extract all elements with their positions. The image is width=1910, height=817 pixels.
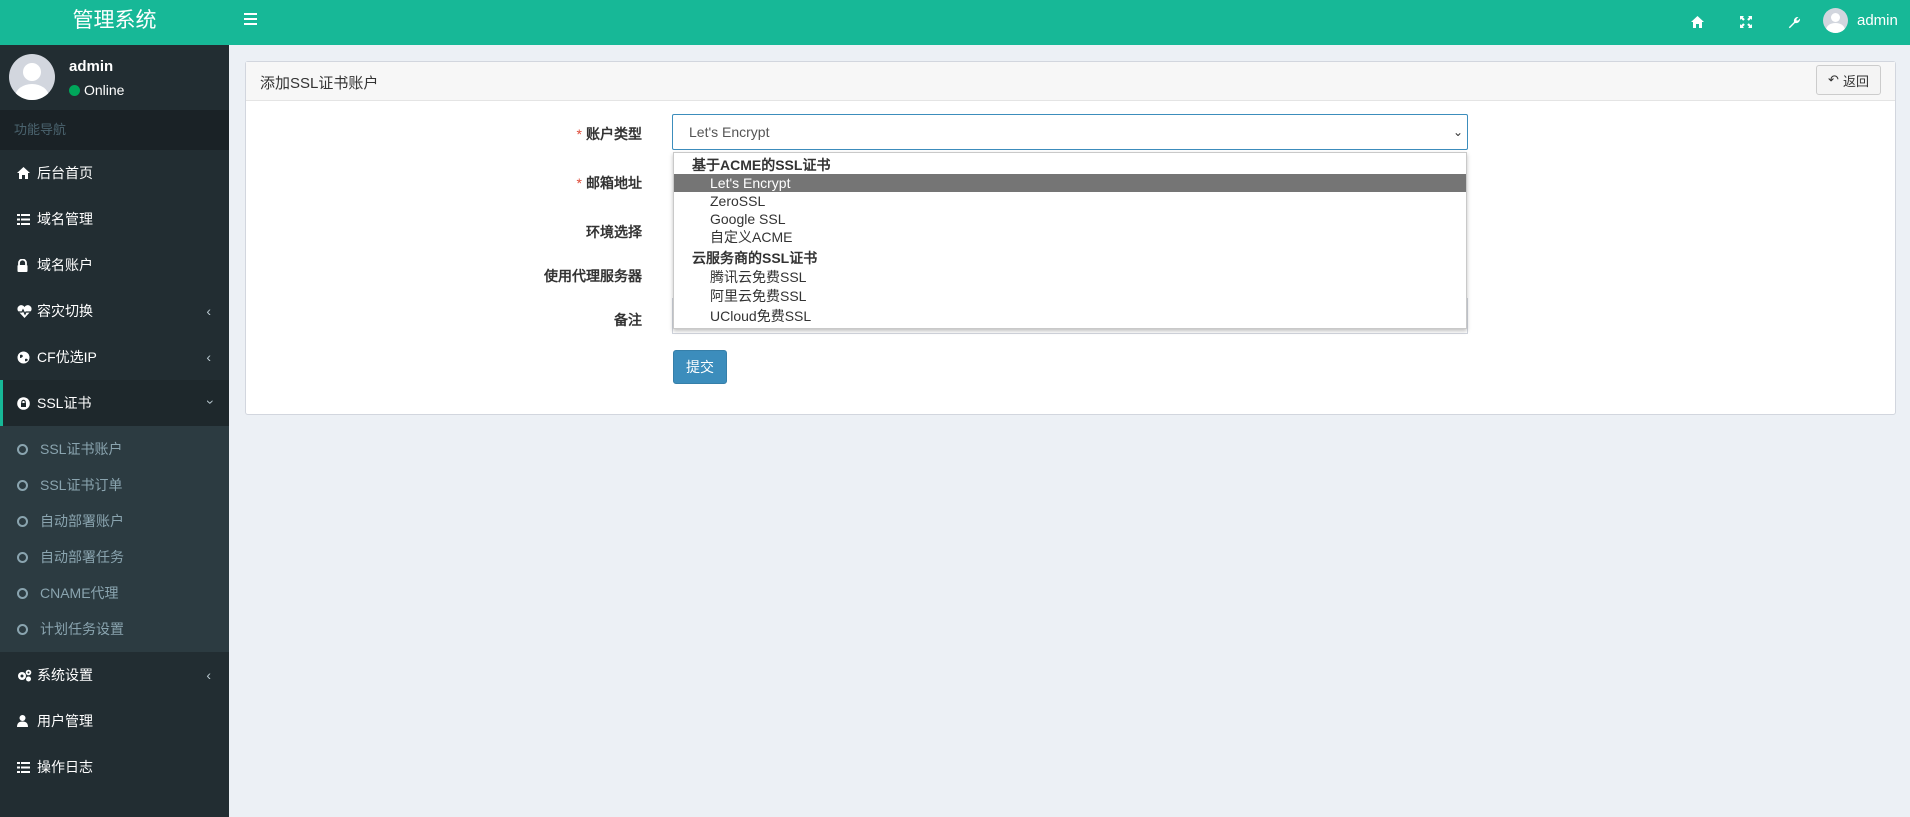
sidebar-item-domains[interactable]: 域名管理 <box>0 196 229 242</box>
sidebar-item-users[interactable]: 用户管理 <box>0 698 229 744</box>
submenu-label: SSL证书账户 <box>40 441 123 457</box>
submenu-ssl-orders[interactable]: SSL证书订单 <box>0 467 229 503</box>
submenu-ssl-accounts[interactable]: SSL证书账户 <box>0 431 229 467</box>
dropdown-option-ucloud[interactable]: UCloud免费SSL <box>674 307 1466 325</box>
home-icon[interactable] <box>1687 12 1707 32</box>
submenu-label: 自动部署任务 <box>40 549 124 565</box>
account-type-label: * 账户类型 <box>576 126 642 142</box>
circle-icon <box>17 551 28 563</box>
circle-icon <box>17 443 28 455</box>
sidebar-item-label: 域名管理 <box>37 211 93 227</box>
list-icon <box>17 213 37 225</box>
back-button[interactable]: ↶ 返回 <box>1816 65 1881 95</box>
submenu-cname-proxy[interactable]: CNAME代理 <box>0 575 229 611</box>
required-mark: * <box>576 126 582 142</box>
required-mark: * <box>576 175 582 191</box>
dropdown-option-custom-acme[interactable]: 自定义ACME <box>674 228 1466 246</box>
panel-title: 添加SSL证书账户 <box>260 75 379 92</box>
dropdown-option-google[interactable]: Google SSL <box>674 210 1466 228</box>
sidebar-item-label: 后台首页 <box>37 165 93 181</box>
lock-icon <box>17 258 37 272</box>
remark-label: 备注 <box>614 312 642 328</box>
circle-icon <box>17 515 28 527</box>
submenu-label: 计划任务设置 <box>40 621 124 637</box>
email-label: * 邮箱地址 <box>576 175 642 191</box>
user-panel: admin Online <box>0 45 229 110</box>
user-status-text: Online <box>84 82 125 98</box>
circle-icon <box>17 479 28 491</box>
header-avatar[interactable] <box>1823 8 1848 33</box>
panel-header: 添加SSL证书账户 ↶ 返回 <box>246 62 1895 101</box>
ssl-submenu: SSL证书账户 SSL证书订单 自动部署账户 自动部署任务 CNAME代理 计划… <box>0 426 229 652</box>
dropdown-option-letsencrypt[interactable]: Let's Encrypt <box>674 174 1466 192</box>
dropdown-option-tencent[interactable]: 腾讯云免费SSL <box>674 268 1466 286</box>
dropdown-group-label: 基于ACME的SSL证书 <box>692 157 831 173</box>
sidebar-item-home[interactable]: 后台首页 <box>0 150 229 196</box>
chevron-left-icon: ‹ <box>206 303 211 319</box>
sidebar-item-ssl[interactable]: SSL证书 ‹ <box>0 380 229 426</box>
chevron-down-icon: ⌄ <box>1452 125 1463 139</box>
user-name: admin <box>69 58 114 75</box>
submenu-deploy-tasks[interactable]: 自动部署任务 <box>0 539 229 575</box>
submenu-label: 自动部署账户 <box>40 513 124 529</box>
sidebar-item-label: 容灾切换 <box>37 303 93 319</box>
sidebar-item-label: CF优选IP <box>37 349 97 365</box>
dropdown-group-label: 云服务商的SSL证书 <box>692 250 818 266</box>
sidebar-item-domain-accounts[interactable]: 域名账户 <box>0 242 229 288</box>
dropdown-option-zerossl[interactable]: ZeroSSL <box>674 192 1466 210</box>
nav-header: 功能导航 <box>0 110 229 150</box>
submenu-cron-settings[interactable]: 计划任务设置 <box>0 611 229 647</box>
env-label: 环境选择 <box>586 224 642 240</box>
submit-button[interactable]: 提交 <box>673 350 727 384</box>
account-type-value: Let's Encrypt <box>689 124 770 140</box>
circle-icon <box>17 587 28 599</box>
user-avatar <box>9 54 55 100</box>
sidebar-item-system-settings[interactable]: 系统设置 ‹ <box>0 652 229 698</box>
submenu-label: CNAME代理 <box>40 585 119 601</box>
list-icon <box>17 761 37 773</box>
wrench-icon[interactable] <box>1784 12 1804 32</box>
chevron-left-icon: ‹ <box>206 667 211 683</box>
sidebar-item-label: SSL证书 <box>37 395 92 411</box>
app-logo[interactable]: 管理系统 <box>0 0 229 45</box>
lock-circle-icon <box>17 396 37 410</box>
sidebar-item-label: 系统设置 <box>37 667 93 683</box>
account-type-dropdown: 基于ACME的SSL证书 Let's Encrypt ZeroSSL Googl… <box>673 152 1467 329</box>
submenu-deploy-accounts[interactable]: 自动部署账户 <box>0 503 229 539</box>
online-dot-icon <box>69 85 80 96</box>
sidebar-item-logs[interactable]: 操作日志 <box>0 744 229 790</box>
globe-icon <box>17 351 37 364</box>
sidebar: 管理系统 admin Online 功能导航 后台首页 域名管理 域名账户 容灾… <box>0 0 229 817</box>
user-status: Online <box>69 82 124 98</box>
sidebar-item-label: 用户管理 <box>37 713 93 729</box>
fullscreen-icon[interactable] <box>1736 12 1756 32</box>
chevron-left-icon: ‹ <box>206 349 211 365</box>
home-icon <box>17 167 37 179</box>
cogs-icon <box>17 669 37 682</box>
top-header: admin <box>229 0 1910 45</box>
submenu-label: SSL证书订单 <box>40 477 123 493</box>
reply-icon: ↶ <box>1828 72 1839 87</box>
proxy-label: 使用代理服务器 <box>544 268 642 284</box>
chevron-down-icon: ‹ <box>200 399 217 405</box>
circle-icon <box>17 623 28 635</box>
account-type-select[interactable]: Let's Encrypt ⌄ <box>672 114 1468 150</box>
sidebar-item-label: 操作日志 <box>37 759 93 775</box>
sidebar-toggle-icon[interactable] <box>244 13 257 28</box>
sidebar-item-label: 域名账户 <box>37 257 93 273</box>
sidebar-item-failover[interactable]: 容灾切换 ‹ <box>0 288 229 334</box>
back-button-label: 返回 <box>1842 73 1869 89</box>
heartbeat-icon <box>17 304 37 318</box>
sidebar-item-cf-ip[interactable]: CF优选IP ‹ <box>0 334 229 380</box>
header-username[interactable]: admin <box>1857 12 1898 29</box>
user-icon <box>17 715 37 727</box>
dropdown-option-aliyun[interactable]: 阿里云免费SSL <box>674 287 1466 305</box>
